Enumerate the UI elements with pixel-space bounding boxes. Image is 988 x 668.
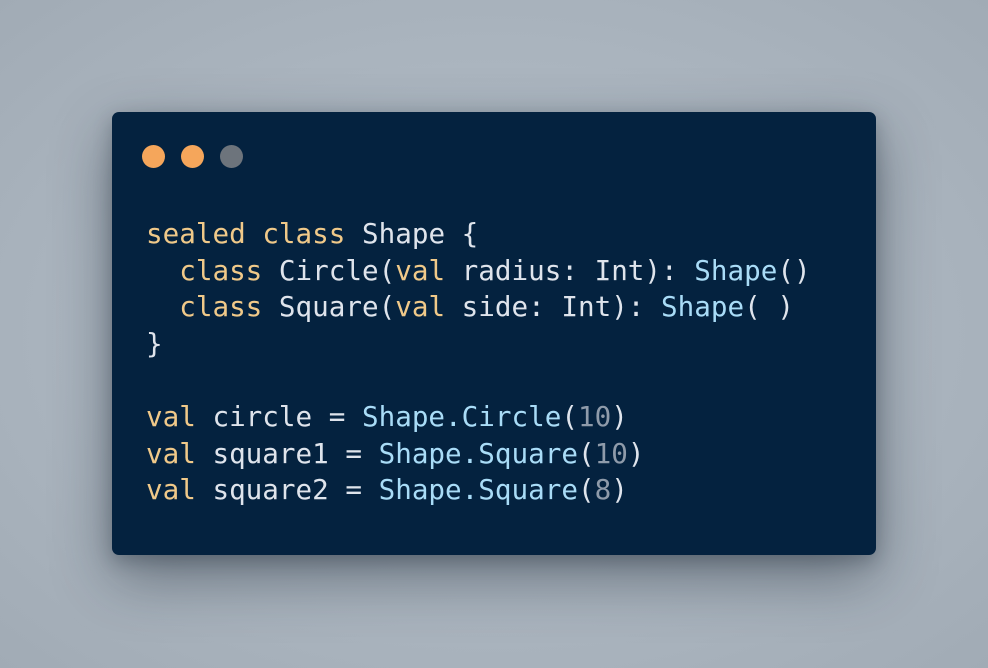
code-token-keyword: val: [146, 399, 196, 433]
code-token-plain: ( ): [744, 290, 794, 324]
code-token-keyword: class: [179, 290, 263, 324]
code-token-keyword: val: [146, 436, 196, 470]
code-token-type: Shape: [661, 290, 745, 324]
code-line: class Square(val side: Int): Shape( ): [146, 289, 811, 326]
code-token-plain: circle =: [195, 399, 362, 433]
code-token-plain: square1 =: [195, 436, 379, 470]
code-token-plain: (: [577, 473, 595, 507]
code-token-plain: Square(: [262, 290, 396, 324]
code-token-keyword: class: [179, 253, 263, 287]
window-dot-orange-1-icon: [142, 145, 165, 168]
code-token-plain: (: [561, 399, 578, 433]
window-dot-orange-2-icon: [181, 145, 204, 168]
code-line: sealed class Shape {: [146, 216, 811, 253]
code-token-number: 8: [594, 473, 612, 507]
code-line: val square1 = Shape.Square(10): [146, 436, 811, 473]
code-token-plain: Circle(: [262, 253, 396, 287]
code-token-plain: (): [777, 253, 811, 287]
code-token-plain: ): [611, 473, 628, 507]
code-token-plain: radius: Int):: [445, 253, 695, 287]
code-token-type: Shape.Circle: [361, 399, 562, 433]
code-token-keyword: sealed: [146, 217, 246, 250]
code-token-plain: side: Int):: [445, 290, 662, 324]
code-window: sealed class Shape { class Circle(val ra…: [112, 112, 876, 555]
code-line: val square2 = Shape.Square(8): [146, 472, 811, 509]
code-token-number: 10: [594, 436, 628, 470]
code-token-type: Shape: [694, 253, 778, 287]
code-token-plain: (: [577, 436, 595, 470]
code-block: sealed class Shape { class Circle(val ra…: [146, 216, 811, 509]
window-dot-gray-icon: [220, 145, 243, 168]
code-token-plain: square2 =: [195, 473, 379, 507]
code-token-type: Shape.Square: [378, 436, 578, 470]
code-token-plain: Shape {: [345, 217, 479, 250]
code-token-type: Shape.Square: [378, 473, 578, 507]
code-token-plain: ): [627, 436, 645, 470]
code-line: class Circle(val radius: Int): Shape(): [146, 253, 811, 290]
code-token-keyword: val: [395, 253, 446, 287]
code-token-plain: ): [611, 399, 628, 433]
code-token-number: 10: [577, 399, 612, 433]
code-token-plain: }: [146, 326, 163, 360]
code-token-keyword: val: [146, 473, 196, 507]
window-controls: [142, 145, 243, 168]
code-line: }: [146, 326, 811, 363]
code-token-keyword: val: [395, 290, 446, 324]
code-line: val circle = Shape.Circle(10): [146, 399, 811, 436]
code-token-keyword: class: [262, 217, 346, 250]
